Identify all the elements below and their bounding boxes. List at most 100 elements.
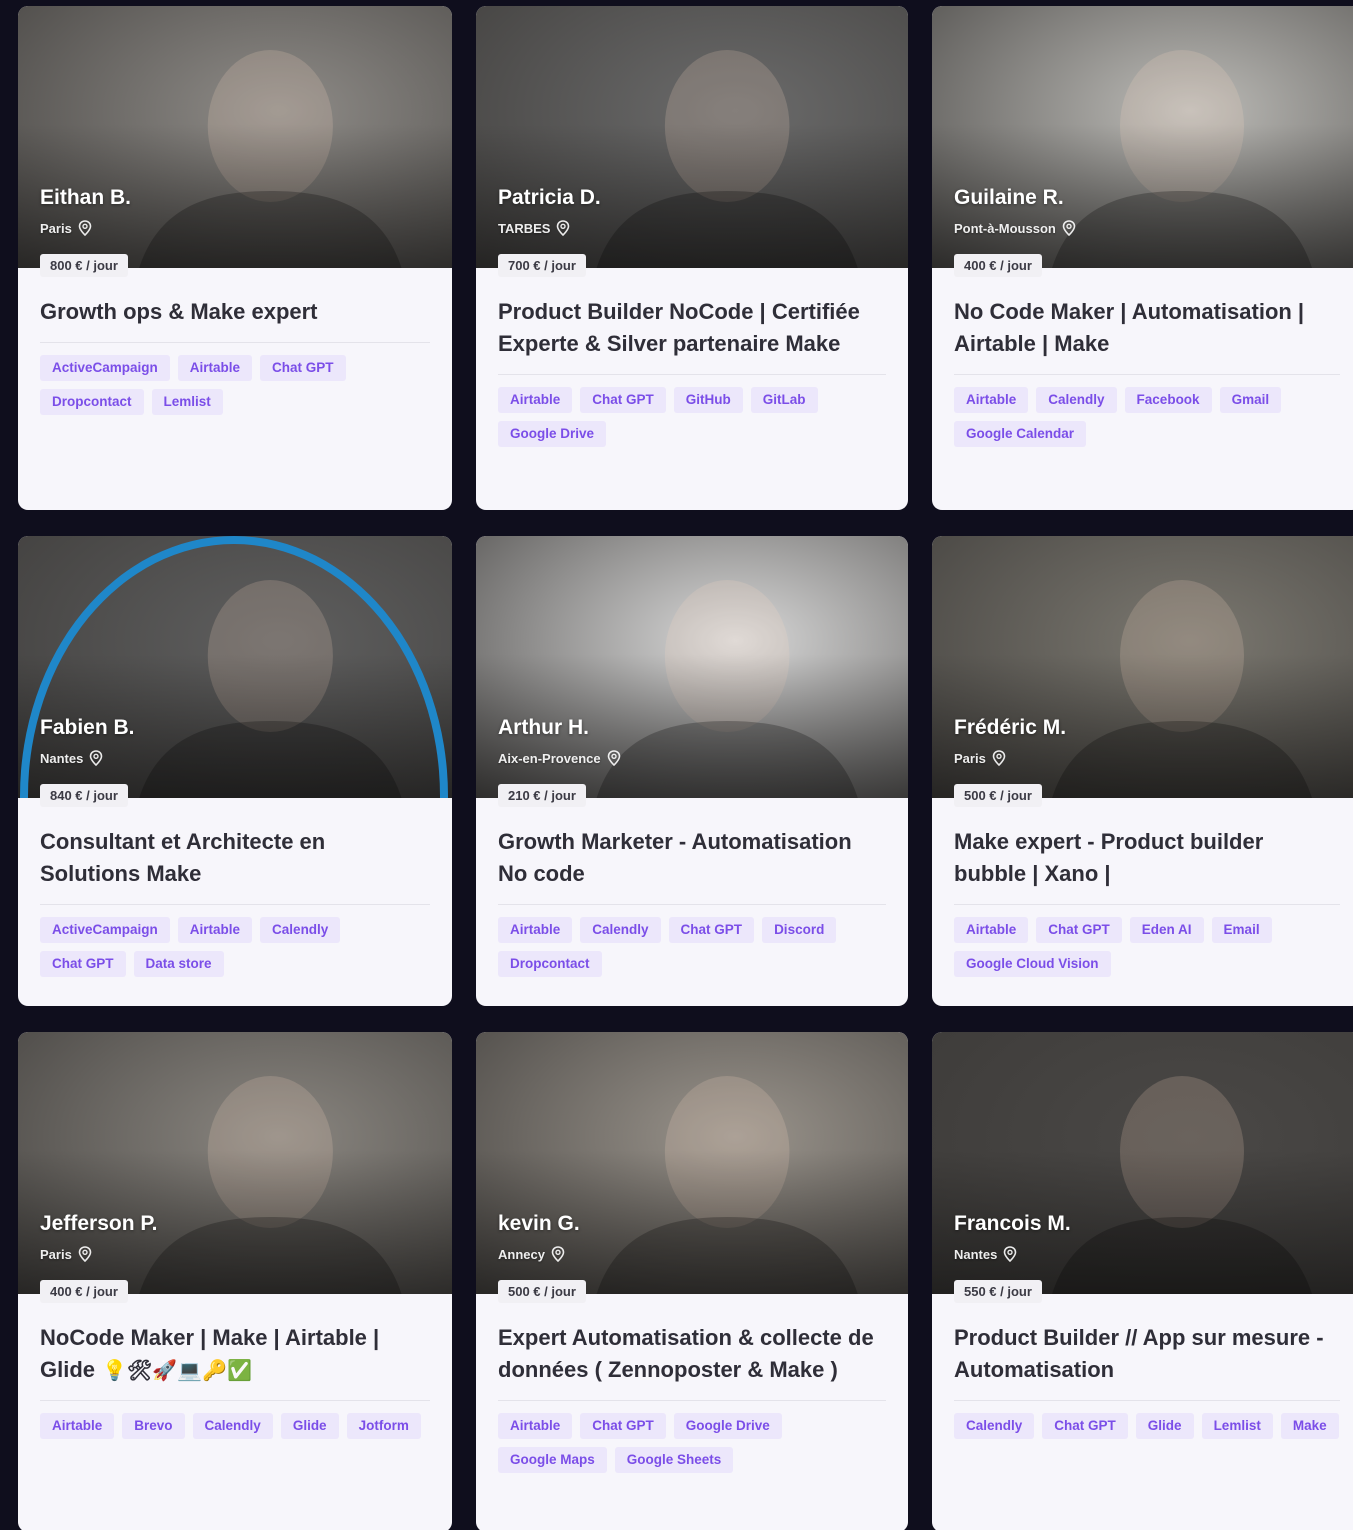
skill-tag[interactable]: Calendly [1036,387,1117,413]
freelancer-card[interactable]: Arthur H. Aix-en-Provence 210 € / jour G… [476,536,908,1006]
profile-photo[interactable]: Frédéric M. Paris [932,536,1353,798]
skill-tag[interactable]: Jotform [346,1413,421,1439]
skill-tag[interactable]: Chat GPT [260,355,346,381]
freelancer-title[interactable]: No Code Maker | Automatisation | Airtabl… [954,296,1340,360]
skill-tag[interactable]: Make [1280,1413,1339,1439]
skill-tag[interactable]: Glide [280,1413,339,1439]
skill-tag[interactable]: Calendly [580,917,661,943]
daily-rate-badge: 840 € / jour [40,784,128,807]
skill-tag[interactable]: Airtable [498,387,573,413]
location: Annecy [498,1246,565,1262]
skill-tag[interactable]: Chat GPT [668,917,755,943]
location-pin-icon [1004,1246,1017,1262]
card-body: Growth Marketer - Automatisation No code… [476,798,908,1006]
freelancer-card[interactable]: Eithan B. Paris 800 € / jour Growth ops … [18,6,452,510]
skill-tag[interactable]: Airtable [954,387,1029,413]
freelancer-title[interactable]: Growth ops & Make expert [40,296,430,328]
card-body: NoCode Maker | Make | Airtable | Glide 💡… [18,1294,452,1530]
freelancer-title[interactable]: Product Builder NoCode | Certifiée Exper… [498,296,886,360]
daily-rate-badge: 210 € / jour [498,784,586,807]
freelancer-card[interactable]: Francois M. Nantes 550 € / jour Product … [932,1032,1353,1530]
skill-tag[interactable]: Calendly [260,917,341,943]
skill-tag[interactable]: ActiveCampaign [40,355,170,381]
profile-photo[interactable]: Eithan B. Paris [18,6,452,268]
freelancer-title[interactable]: Make expert - Product builder bubble | X… [954,826,1340,890]
skill-tag[interactable]: Chat GPT [580,1413,666,1439]
skill-tag[interactable]: Facebook [1124,387,1212,413]
freelancer-card[interactable]: Patricia D. TARBES 700 € / jour Product … [476,6,908,510]
city-label: Aix-en-Provence [498,750,601,766]
location-pin-icon [1062,220,1076,236]
skill-tag[interactable]: Google Sheets [614,1447,734,1473]
freelancer-title[interactable]: Consultant et Architecte en Solutions Ma… [40,826,430,890]
location: TARBES [498,220,570,236]
profile-photo[interactable]: Arthur H. Aix-en-Provence [476,536,908,798]
skill-tags: ActiveCampaign Airtable Calendly Chat GPT Da… [40,917,430,977]
card-body: Growth ops & Make expert ActiveCampaign A… [18,268,452,510]
skill-tags: Airtable Calendly Chat GPT Discord Dropconta… [498,917,886,977]
skill-tag[interactable]: Lemlist [151,389,223,415]
skill-tag[interactable]: Gmail [1219,387,1282,413]
location-pin-icon [551,1246,565,1262]
city-label: Paris [954,750,986,766]
skill-tag[interactable]: Data store [133,951,224,977]
freelancer-title[interactable]: NoCode Maker | Make | Airtable | Glide 💡… [40,1322,430,1386]
skill-tag[interactable]: Google Drive [673,1413,782,1439]
profile-photo[interactable]: Guilaine R. Pont-à-Mousson [932,6,1353,268]
daily-rate-badge: 500 € / jour [498,1280,586,1303]
freelancer-card[interactable]: Guilaine R. Pont-à-Mousson 400 € / jour … [932,6,1353,510]
skill-tag[interactable]: Eden AI [1129,917,1204,943]
freelancer-card[interactable]: kevin G. Annecy 500 € / jour Expert Auto… [476,1032,908,1530]
skill-tag[interactable]: Chat GPT [40,951,126,977]
skill-tag[interactable]: Airtable [498,1413,573,1439]
skill-tag[interactable]: Google Drive [498,421,607,447]
freelancer-title[interactable]: Growth Marketer - Automatisation No code [498,826,886,890]
skill-tag[interactable]: Google Maps [498,1447,607,1473]
skill-tag[interactable]: Airtable [40,1413,115,1439]
skill-tag[interactable]: Chat GPT [1036,917,1122,943]
skill-tag[interactable]: Email [1211,917,1272,943]
skill-tag[interactable]: Google Calendar [954,421,1087,447]
card-body: Consultant et Architecte en Solutions Ma… [18,798,452,1006]
daily-rate-badge: 500 € / jour [954,784,1042,807]
skill-tags: ActiveCampaign Airtable Chat GPT Dropcontac… [40,355,430,415]
skill-tags: Airtable Chat GPT GitHub GitLab Google Drive [498,387,886,447]
profile-photo[interactable]: kevin G. Annecy [476,1032,908,1294]
freelancer-card[interactable]: Jefferson P. Paris 400 € / jour NoCode M… [18,1032,452,1530]
location: Pont-à-Mousson [954,220,1076,236]
divider [954,904,1340,905]
freelancer-title[interactable]: Product Builder // App sur mesure - Auto… [954,1322,1340,1386]
location: Paris [40,220,92,236]
city-label: Nantes [954,1246,998,1262]
card-body: Expert Automatisation & collecte de donn… [476,1294,908,1530]
skill-tag[interactable]: Dropcontact [40,389,144,415]
divider [498,904,886,905]
profile-photo[interactable]: Patricia D. TARBES [476,6,908,268]
skill-tag[interactable]: GitLab [750,387,818,413]
skill-tag[interactable]: Calendly [192,1413,273,1439]
skill-tag[interactable]: Airtable [177,355,253,381]
freelancer-title[interactable]: Expert Automatisation & collecte de donn… [498,1322,886,1386]
profile-photo[interactable]: Jefferson P. Paris [18,1032,452,1294]
skill-tag[interactable]: Chat GPT [580,387,666,413]
skill-tag[interactable]: GitHub [673,387,743,413]
skill-tag[interactable]: Google Cloud Vision [954,951,1111,977]
skill-tag[interactable]: Discord [762,917,837,943]
skill-tag[interactable]: Brevo [122,1413,185,1439]
skill-tag[interactable]: Chat GPT [1042,1413,1128,1439]
skill-tags: Calendly Chat GPT Glide Lemlist Make [954,1413,1340,1439]
freelancer-card[interactable]: Fabien B. Nantes 840 € / jour Consultant… [18,536,452,1006]
skill-tag[interactable]: ActiveCampaign [40,917,170,943]
skill-tag[interactable]: Airtable [498,917,573,943]
skill-tag[interactable]: Glide [1135,1413,1194,1439]
skill-tag[interactable]: Dropcontact [498,951,602,977]
freelancer-card[interactable]: Frédéric M. Paris 500 € / jour Make expe… [932,536,1353,1006]
skill-tag[interactable]: Airtable [954,917,1029,943]
freelancer-name: Eithan B. [40,186,132,209]
divider [954,1400,1340,1401]
profile-photo[interactable]: Fabien B. Nantes [18,536,452,798]
skill-tag[interactable]: Lemlist [1201,1413,1273,1439]
profile-photo[interactable]: Francois M. Nantes [932,1032,1353,1294]
skill-tag[interactable]: Calendly [954,1413,1035,1439]
skill-tag[interactable]: Airtable [177,917,253,943]
